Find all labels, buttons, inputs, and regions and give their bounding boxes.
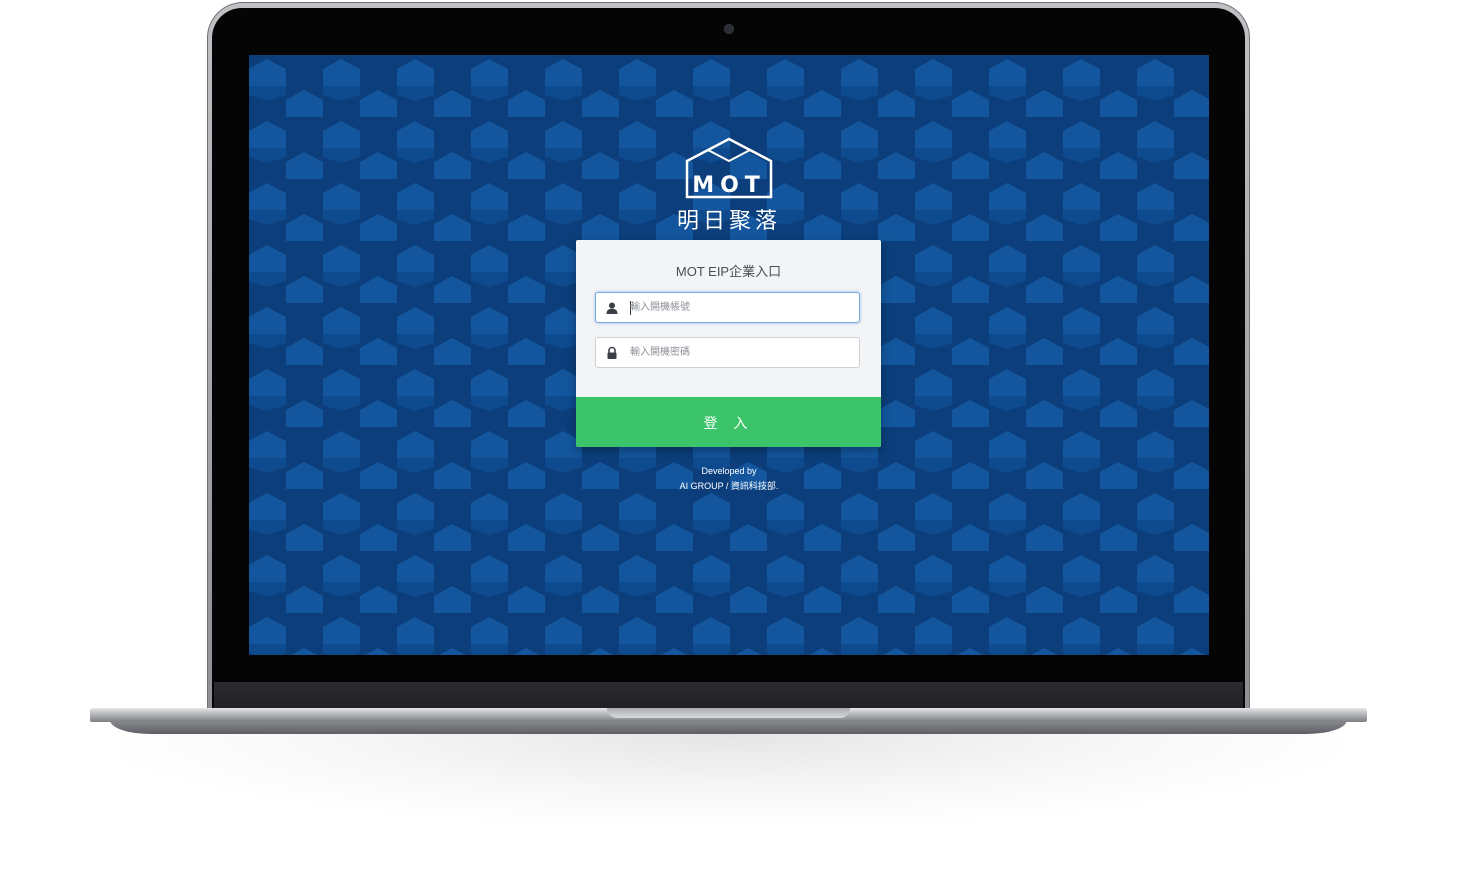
developer-credit: Developed by AI GROUP / 資訊科技部. — [629, 464, 829, 494]
username-field[interactable] — [595, 292, 860, 323]
username-input[interactable] — [630, 293, 855, 322]
screen-hinge — [214, 682, 1243, 708]
logo-text: MOT — [692, 173, 766, 198]
credit-line-2: AI GROUP / 資訊科技部. — [679, 481, 779, 491]
login-button[interactable]: 登 入 — [576, 397, 881, 447]
camera-icon — [725, 25, 733, 33]
house-logo-icon: MOT — [685, 137, 773, 199]
brand-logo: MOT 明日聚落 — [659, 137, 799, 234]
laptop-mockup: MOT 明日聚落 MOT EIP企業入口 登 入 — [0, 0, 1470, 888]
login-title: MOT EIP企業入口 — [675, 264, 782, 279]
login-screen: MOT 明日聚落 MOT EIP企業入口 登 入 — [249, 55, 1209, 655]
laptop-opening-notch — [607, 708, 850, 718]
credit-line-1: Developed by — [701, 466, 757, 476]
logo-chinese-name: 明日聚落 — [676, 209, 781, 234]
user-icon — [606, 302, 618, 314]
laptop-base-underside — [110, 720, 1347, 734]
password-field[interactable] — [595, 337, 860, 368]
laptop-shadow — [120, 734, 1340, 824]
login-card: MOT EIP企業入口 登 入 — [576, 240, 881, 447]
lock-icon — [607, 346, 617, 359]
password-input[interactable] — [630, 338, 855, 367]
